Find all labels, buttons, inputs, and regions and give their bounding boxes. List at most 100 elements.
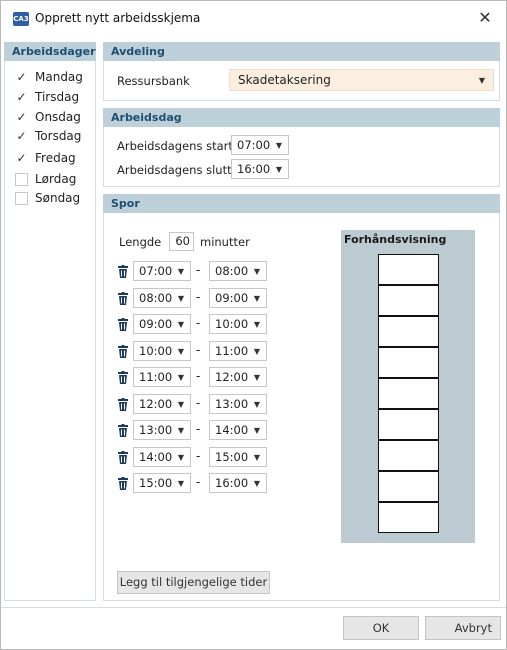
slot-from-select[interactable]: 14:00 ▼ bbox=[133, 447, 191, 467]
chevron-down-icon: ▼ bbox=[253, 453, 260, 462]
check-icon[interactable]: ✓ bbox=[15, 111, 28, 124]
workday-row[interactable]: ✓ Torsdag bbox=[15, 128, 81, 144]
trash-icon[interactable] bbox=[118, 371, 128, 384]
slot-to-value: 15:00 bbox=[215, 450, 249, 464]
chevron-down-icon: ▼ bbox=[177, 426, 184, 435]
checkbox-unchecked[interactable] bbox=[15, 172, 28, 186]
workday-row[interactable]: Søndag bbox=[15, 190, 80, 206]
workday-label: Torsdag bbox=[35, 129, 82, 143]
slot-from-value: 08:00 bbox=[139, 291, 173, 305]
slot-from-value: 15:00 bbox=[139, 476, 173, 490]
trash-icon[interactable] bbox=[118, 318, 128, 331]
preview-slot bbox=[378, 316, 439, 347]
length-input[interactable]: 60 bbox=[169, 232, 194, 251]
workday-label: Tirsdag bbox=[35, 90, 80, 104]
chevron-down-icon: ▼ bbox=[253, 400, 260, 409]
add-available-times-button[interactable]: Legg til tilgjengelige tider bbox=[117, 571, 270, 594]
slot-to-select[interactable]: 14:00 ▼ bbox=[209, 420, 267, 440]
slot-from-select[interactable]: 08:00 ▼ bbox=[133, 288, 191, 308]
slot-to-select[interactable]: 13:00 ▼ bbox=[209, 394, 267, 414]
workday-label: Lørdag bbox=[35, 172, 77, 186]
check-icon[interactable]: ✓ bbox=[15, 152, 28, 165]
department-header: Avdeling bbox=[103, 42, 500, 61]
slot-from-value: 10:00 bbox=[139, 344, 173, 358]
preview-slot bbox=[378, 409, 439, 440]
slot-to-select[interactable]: 08:00 ▼ bbox=[209, 261, 267, 281]
trash-icon[interactable] bbox=[118, 477, 128, 490]
check-icon[interactable]: ✓ bbox=[15, 71, 28, 84]
check-icon[interactable]: ✓ bbox=[15, 130, 28, 143]
slot-to-select[interactable]: 09:00 ▼ bbox=[209, 288, 267, 308]
title-bar: CA3 Opprett nytt arbeidsskjema ✕ bbox=[1, 1, 506, 35]
slot-from-select[interactable]: 15:00 ▼ bbox=[133, 473, 191, 493]
chevron-down-icon: ▼ bbox=[253, 320, 260, 329]
workday-row[interactable]: ✓ Onsdag bbox=[15, 109, 80, 125]
dialog-window: CA3 Opprett nytt arbeidsskjema ✕ Arbeids… bbox=[0, 0, 507, 650]
slot-from-select[interactable]: 07:00 ▼ bbox=[133, 261, 191, 281]
slot-separator: - bbox=[196, 396, 201, 410]
slot-to-value: 13:00 bbox=[215, 397, 249, 411]
trash-icon[interactable] bbox=[118, 451, 128, 464]
slot-to-select[interactable]: 15:00 ▼ bbox=[209, 447, 267, 467]
length-label: Lengde bbox=[119, 235, 162, 249]
preview-panel: Forhåndsvisning bbox=[341, 230, 475, 543]
workdays-panel bbox=[4, 42, 96, 601]
ok-button[interactable]: OK bbox=[343, 616, 419, 640]
trash-icon[interactable] bbox=[118, 292, 128, 305]
workday-label: Mandag bbox=[35, 70, 83, 84]
checkbox-unchecked[interactable] bbox=[15, 191, 28, 205]
slot-to-value: 16:00 bbox=[215, 476, 249, 490]
slot-to-select[interactable]: 10:00 ▼ bbox=[209, 314, 267, 334]
slot-from-select[interactable]: 13:00 ▼ bbox=[133, 420, 191, 440]
workday-end-value: 16:00 bbox=[237, 162, 271, 176]
slot-from-value: 11:00 bbox=[139, 370, 173, 384]
workday-label: Søndag bbox=[35, 191, 81, 205]
slot-separator: - bbox=[196, 290, 201, 304]
chevron-down-icon: ▼ bbox=[177, 373, 184, 382]
workday-row[interactable]: ✓ Fredag bbox=[15, 150, 75, 166]
workdays-header: Arbeidsdager bbox=[4, 42, 96, 61]
chevron-down-icon: ▼ bbox=[177, 294, 184, 303]
workday-row[interactable]: Lørdag bbox=[15, 171, 76, 187]
chevron-down-icon: ▼ bbox=[478, 76, 485, 85]
slot-to-select[interactable]: 12:00 ▼ bbox=[209, 367, 267, 387]
slot-from-select[interactable]: 12:00 ▼ bbox=[133, 394, 191, 414]
slot-from-value: 13:00 bbox=[139, 423, 173, 437]
close-button[interactable]: ✕ bbox=[474, 7, 496, 29]
workday-start-select[interactable]: 07:00 ▼ bbox=[231, 135, 289, 155]
slot-from-select[interactable]: 09:00 ▼ bbox=[133, 314, 191, 334]
slot-from-value: 14:00 bbox=[139, 450, 173, 464]
slot-to-value: 12:00 bbox=[215, 370, 249, 384]
slot-to-value: 10:00 bbox=[215, 317, 249, 331]
preview-slot bbox=[378, 347, 439, 378]
chevron-down-icon: ▼ bbox=[253, 294, 260, 303]
trash-icon[interactable] bbox=[118, 424, 128, 437]
workday-row[interactable]: ✓ Tirsdag bbox=[15, 89, 79, 105]
workday-end-select[interactable]: 16:00 ▼ bbox=[231, 159, 289, 179]
footer-divider bbox=[1, 607, 506, 608]
slot-to-select[interactable]: 11:00 ▼ bbox=[209, 341, 267, 361]
trash-icon[interactable] bbox=[118, 345, 128, 358]
preview-slot bbox=[378, 285, 439, 316]
cancel-button[interactable]: Avbryt bbox=[425, 616, 501, 640]
trash-icon[interactable] bbox=[118, 398, 128, 411]
track-header: Spor bbox=[103, 194, 500, 213]
slot-from-value: 07:00 bbox=[139, 264, 173, 278]
workday-start-value: 07:00 bbox=[237, 138, 271, 152]
chevron-down-icon: ▼ bbox=[275, 165, 282, 174]
chevron-down-icon: ▼ bbox=[253, 267, 260, 276]
chevron-down-icon: ▼ bbox=[253, 347, 260, 356]
chevron-down-icon: ▼ bbox=[177, 267, 184, 276]
slot-from-value: 12:00 bbox=[139, 397, 173, 411]
slot-from-select[interactable]: 11:00 ▼ bbox=[133, 367, 191, 387]
slot-to-value: 08:00 bbox=[215, 264, 249, 278]
slot-to-select[interactable]: 16:00 ▼ bbox=[209, 473, 267, 493]
workday-row[interactable]: ✓ Mandag bbox=[15, 69, 83, 85]
resource-bank-label: Ressursbank bbox=[117, 74, 190, 88]
trash-icon[interactable] bbox=[118, 265, 128, 278]
resource-bank-dropdown[interactable]: Skadetaksering ▼ bbox=[229, 69, 494, 91]
app-logo-icon: CA3 bbox=[13, 12, 29, 26]
check-icon[interactable]: ✓ bbox=[15, 91, 28, 104]
slot-from-select[interactable]: 10:00 ▼ bbox=[133, 341, 191, 361]
slot-separator: - bbox=[196, 449, 201, 463]
